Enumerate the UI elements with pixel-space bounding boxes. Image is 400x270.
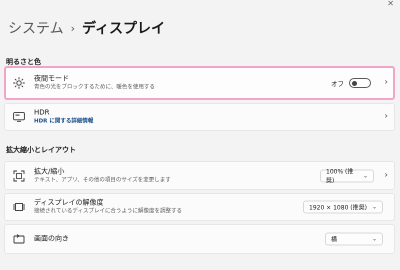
resolution-icon — [12, 200, 26, 214]
scale-description: テキスト、アプリ、その他の項目のサイズを変更します — [34, 177, 171, 183]
resolution-title: ディスプレイの解像度 — [34, 198, 104, 207]
chevron-down-icon: ⌄ — [362, 172, 368, 179]
chevron-right-icon: › — [384, 77, 388, 88]
night-light-title: 夜間モード — [34, 74, 69, 83]
close-window-button[interactable]: ✕ — [387, 0, 394, 8]
night-light-description: 青色の光をブロックするために、暖色を使用する — [34, 84, 155, 91]
hdr-info-link[interactable]: HDR に関する詳細情報 — [34, 118, 93, 126]
night-light-toggle[interactable] — [349, 78, 371, 88]
toggle-knob — [352, 80, 357, 86]
orientation-title: 画面の向き — [34, 234, 69, 243]
chevron-right-icon: › — [384, 170, 388, 180]
breadcrumb-separator: › — [70, 21, 75, 35]
scale-icon — [12, 169, 26, 183]
page-title: ディスプレイ — [82, 21, 166, 37]
orientation-dropdown-value: 横 — [331, 236, 338, 244]
hdr-title: HDR — [34, 108, 50, 117]
orientation-icon — [12, 232, 26, 246]
window-top-bar: ✕ — [0, 0, 400, 10]
resolution-dropdown[interactable]: 1920 × 1080 (推奨) ⌄ — [303, 200, 383, 214]
orientation-dropdown[interactable]: 横 ⌄ — [325, 232, 383, 246]
night-light-state-label: オフ — [331, 80, 344, 88]
brightness-icon — [12, 76, 26, 90]
chevron-down-icon: ⌄ — [371, 235, 377, 243]
scale-dropdown-value: 100% (推奨) — [326, 168, 354, 185]
hdr-card[interactable]: HDR HDR に関する詳細情報 › — [4, 103, 395, 131]
scale-dropdown[interactable]: 100% (推奨) ⌄ — [320, 168, 374, 185]
chevron-right-icon: › — [384, 111, 388, 122]
resolution-card[interactable]: ディスプレイの解像度 接続されているディスプレイに合うように解像度を調整する 1… — [4, 193, 395, 221]
scale-card[interactable]: 拡大/縮小 テキスト、アプリ、その他の項目のサイズを変更します 100% (推奨… — [4, 161, 395, 190]
resolution-description: 接続されているディスプレイに合うように解像度を調整する — [34, 208, 182, 215]
breadcrumb-system-link[interactable]: システム — [8, 18, 64, 38]
night-light-card[interactable]: 夜間モード 青色の光をブロックするために、暖色を使用する オフ › — [4, 66, 395, 100]
section-heading-scale-layout: 拡大縮小とレイアウト — [6, 146, 76, 154]
orientation-card[interactable]: 画面の向き 横 ⌄ — [4, 224, 395, 254]
chevron-down-icon: ⌄ — [371, 203, 377, 211]
breadcrumb: システム › ディスプレイ — [8, 18, 165, 38]
resolution-dropdown-value: 1920 × 1080 (推奨) — [309, 204, 367, 212]
scale-title: 拡大/縮小 — [34, 167, 65, 175]
hdr-icon — [12, 110, 26, 124]
